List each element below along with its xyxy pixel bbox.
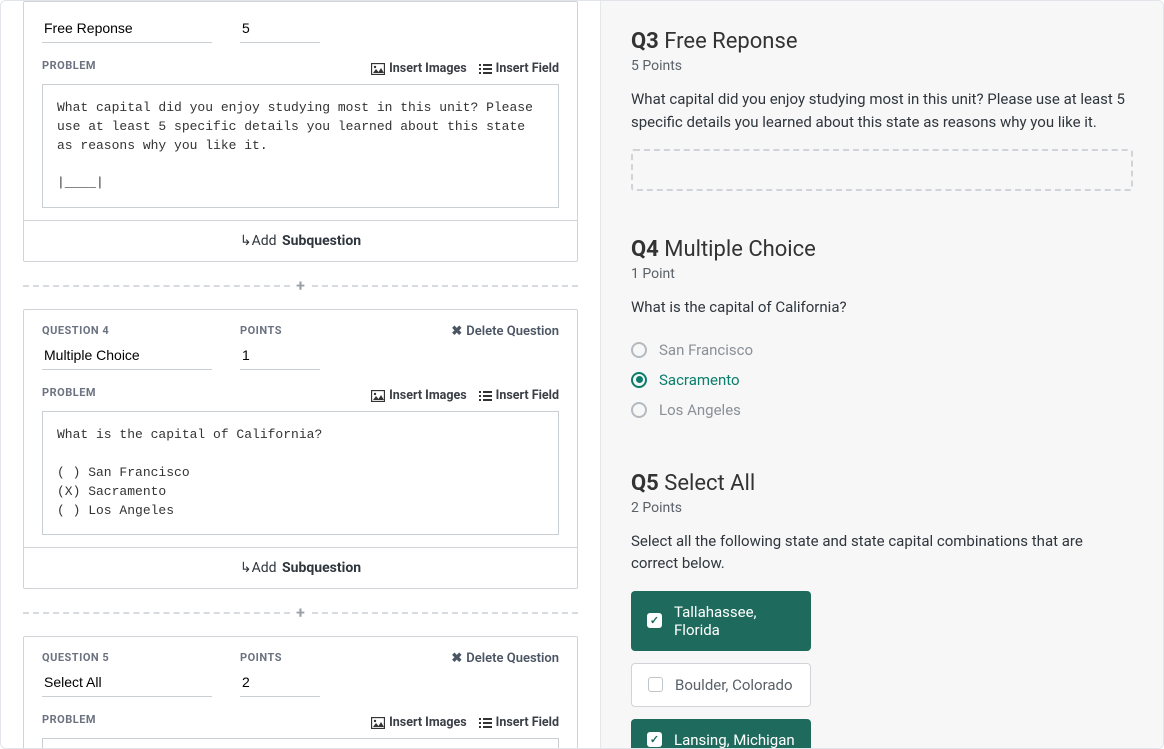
question-card: QUESTION 4 POINTS ✖ Delete Question PROB… [23, 309, 578, 589]
insert-field-button[interactable]: Insert Field [479, 388, 559, 403]
problem-label: PROBLEM [42, 59, 96, 72]
list-icon [479, 390, 492, 402]
preview-title: Q5 Select All [631, 471, 1133, 496]
question-title-input[interactable] [42, 343, 212, 370]
list-icon [479, 717, 492, 729]
question-divider: + [23, 276, 578, 295]
image-icon [371, 63, 385, 75]
checkbox-option[interactable]: Boulder, Colorado [631, 663, 811, 707]
close-icon: ✖ [451, 324, 462, 339]
question-title-input[interactable] [42, 670, 212, 697]
problem-editor[interactable]: What capital did you enjoy studying most… [42, 84, 559, 208]
radio-label: Los Angeles [659, 401, 741, 419]
checkbox-icon [648, 677, 663, 692]
checkbox-label: Tallahassee, Florida [674, 603, 795, 639]
radio-group: San Francisco Sacramento Los Angeles [631, 335, 1133, 425]
preview-question: Q3 Free Reponse 5 Points What capital di… [631, 29, 1133, 191]
problem-editor[interactable]: What is the capital of California? ( ) S… [42, 411, 559, 535]
checkbox-icon: ✓ [647, 613, 662, 628]
add-subquestion-button[interactable]: ↳Add Subquestion [24, 220, 577, 261]
problem-editor[interactable]: Select all the following state and state… [42, 738, 559, 748]
preview-pane: Q3 Free Reponse 5 Points What capital di… [601, 1, 1163, 748]
radio-icon [631, 342, 647, 358]
question-number-label: QUESTION 5 [42, 651, 212, 664]
add-question-button[interactable]: + [290, 276, 312, 295]
checkbox-group: ✓ Tallahassee, Florida Boulder, Colorado… [631, 591, 1133, 749]
radio-option[interactable]: Los Angeles [631, 395, 1133, 425]
points-label: POINTS [240, 651, 320, 664]
problem-label: PROBLEM [42, 386, 96, 399]
preview-question: Q4 Multiple Choice 1 Point What is the c… [631, 237, 1133, 425]
insert-images-button[interactable]: Insert Images [371, 715, 467, 730]
preview-title: Q3 Free Reponse [631, 29, 1133, 54]
question-card: PROBLEM Insert Images Insert Field What … [23, 1, 578, 262]
close-icon: ✖ [451, 651, 462, 666]
question-points-input[interactable] [240, 16, 320, 43]
insert-images-button[interactable]: Insert Images [371, 388, 467, 403]
free-response-blank[interactable] [631, 149, 1133, 191]
preview-text: Select all the following state and state… [631, 530, 1133, 575]
question-card: QUESTION 5 POINTS ✖ Delete Question PROB… [23, 636, 578, 748]
image-icon [371, 717, 385, 729]
delete-question-button[interactable]: ✖ Delete Question [451, 324, 559, 339]
insert-images-button[interactable]: Insert Images [371, 61, 467, 76]
preview-points: 2 Points [631, 500, 1133, 516]
preview-text: What is the capital of California? [631, 296, 1133, 319]
add-question-button[interactable]: + [290, 603, 312, 622]
checkbox-icon: ✓ [647, 732, 662, 747]
radio-label: San Francisco [659, 341, 753, 359]
question-points-input[interactable] [240, 343, 320, 370]
preview-points: 1 Point [631, 266, 1133, 282]
radio-icon [631, 372, 647, 388]
app-root: PROBLEM Insert Images Insert Field What … [0, 0, 1164, 749]
list-icon [479, 63, 492, 75]
editor-pane: PROBLEM Insert Images Insert Field What … [1, 1, 601, 748]
delete-question-button[interactable]: ✖ Delete Question [451, 651, 559, 666]
preview-question: Q5 Select All 2 Points Select all the fo… [631, 471, 1133, 749]
radio-option[interactable]: Sacramento [631, 365, 1133, 395]
preview-title: Q4 Multiple Choice [631, 237, 1133, 262]
checkbox-label: Boulder, Colorado [675, 676, 793, 694]
question-title-input[interactable] [42, 16, 212, 43]
question-number-label: QUESTION 4 [42, 324, 212, 337]
insert-field-button[interactable]: Insert Field [479, 61, 559, 76]
radio-icon [631, 402, 647, 418]
preview-points: 5 Points [631, 58, 1133, 74]
checkbox-label: Lansing, Michigan [674, 731, 795, 749]
checkbox-option[interactable]: ✓ Tallahassee, Florida [631, 591, 811, 651]
image-icon [371, 390, 385, 402]
insert-field-button[interactable]: Insert Field [479, 715, 559, 730]
preview-text: What capital did you enjoy studying most… [631, 88, 1133, 133]
add-subquestion-button[interactable]: ↳Add Subquestion [24, 547, 577, 588]
problem-label: PROBLEM [42, 713, 96, 726]
question-points-input[interactable] [240, 670, 320, 697]
radio-option[interactable]: San Francisco [631, 335, 1133, 365]
points-label: POINTS [240, 324, 320, 337]
checkbox-option[interactable]: ✓ Lansing, Michigan [631, 719, 811, 749]
question-divider: + [23, 603, 578, 622]
radio-label: Sacramento [659, 371, 740, 389]
